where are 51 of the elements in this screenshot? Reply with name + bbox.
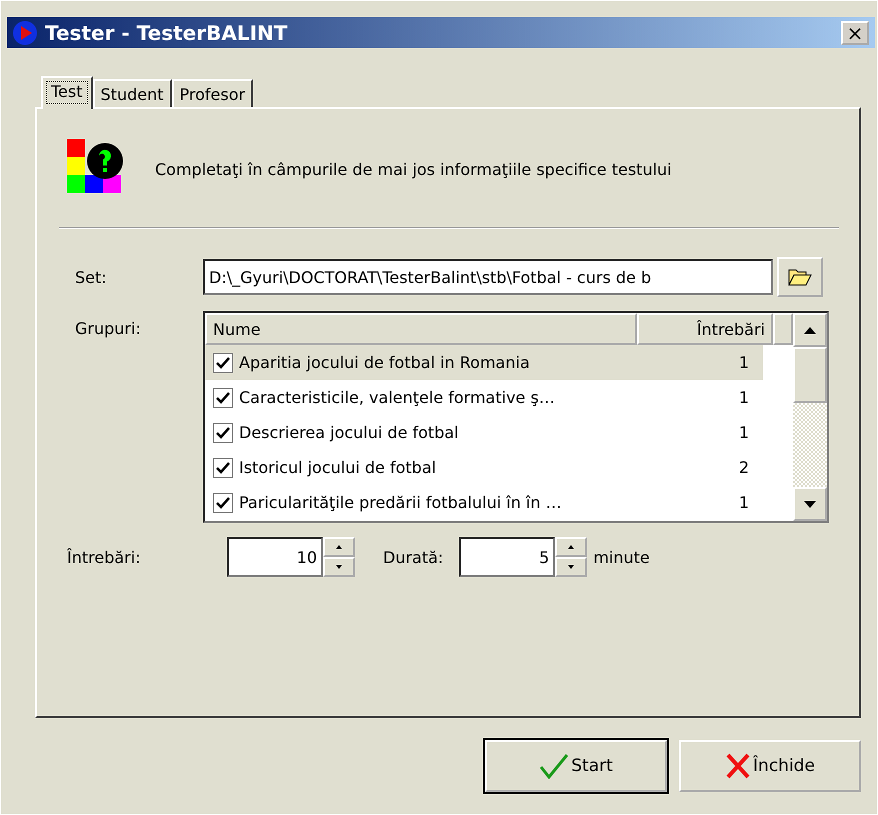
up-arrow-icon <box>568 545 574 549</box>
question-count: 1 <box>738 423 750 442</box>
checkmark-icon <box>539 753 570 779</box>
up-arrow-icon <box>804 326 816 334</box>
tab[interactable]: Test <box>41 76 93 109</box>
list-row[interactable]: Aparitia jocului de fotbal in Romania 1 <box>205 345 763 380</box>
groups-label: Grupuri: <box>75 319 142 338</box>
tab[interactable]: Student <box>92 79 172 107</box>
window-title: Tester - TesterBALINT <box>45 20 288 44</box>
checkbox[interactable] <box>213 492 233 512</box>
checkbox[interactable] <box>213 458 233 478</box>
cross-icon <box>725 752 752 780</box>
questions-field[interactable]: 10 <box>227 537 323 577</box>
spin-down-button[interactable] <box>323 557 355 577</box>
column-header[interactable]: Întrebări <box>637 313 773 345</box>
scroll-up-button[interactable] <box>793 313 827 347</box>
set-path-field[interactable]: D:\_Gyuri\DOCTORAT\TesterBalint\stb\Fotbal - curs de b <box>203 259 773 295</box>
play-icon <box>13 20 37 44</box>
group-name: Descrierea jocului de fotbal <box>239 423 460 442</box>
scroll-down-button[interactable] <box>793 487 827 521</box>
set-label: Set: <box>75 268 108 286</box>
down-arrow-icon <box>336 565 342 569</box>
down-arrow-icon <box>804 500 816 508</box>
down-arrow-icon <box>568 565 574 569</box>
group-name: Istoricul jocului de fotbal <box>239 458 438 477</box>
question-count: 1 <box>738 388 750 407</box>
browse-button[interactable] <box>777 257 823 297</box>
question-count: 1 <box>738 493 750 512</box>
scroll-thumb[interactable] <box>793 347 827 403</box>
tab[interactable]: Profesor <box>172 79 254 107</box>
start-button[interactable]: Start <box>485 740 667 792</box>
group-name: Caracteristicile, valenţele formative ş… <box>239 388 556 407</box>
close-button[interactable]: × <box>841 20 869 44</box>
question-count: 2 <box>738 458 750 477</box>
duration-label: Durată: <box>383 548 444 566</box>
minutes-label: minute <box>593 548 650 566</box>
question-count: 1 <box>738 353 750 372</box>
checkbox[interactable] <box>213 388 233 408</box>
checkbox[interactable] <box>213 352 233 372</box>
up-arrow-icon <box>336 545 342 549</box>
column-header[interactable]: Nume <box>205 313 637 345</box>
group-name: Paricularităţile predării fotbalului în în … <box>239 493 563 512</box>
scrollbar[interactable] <box>793 313 827 521</box>
spin-up-button[interactable] <box>323 537 355 557</box>
folder-icon <box>788 268 812 286</box>
duration-field[interactable]: 5 <box>459 537 556 577</box>
group-name: Aparitia jocului de fotbal in Romania <box>239 353 531 372</box>
intro-text: Completaţi în câmpurile de mai jos informaţiile specifice testului <box>155 160 672 178</box>
close-dialog-button[interactable]: Închide <box>679 740 861 792</box>
questions-label: Întrebări: <box>67 548 142 566</box>
checkbox[interactable] <box>213 422 233 442</box>
